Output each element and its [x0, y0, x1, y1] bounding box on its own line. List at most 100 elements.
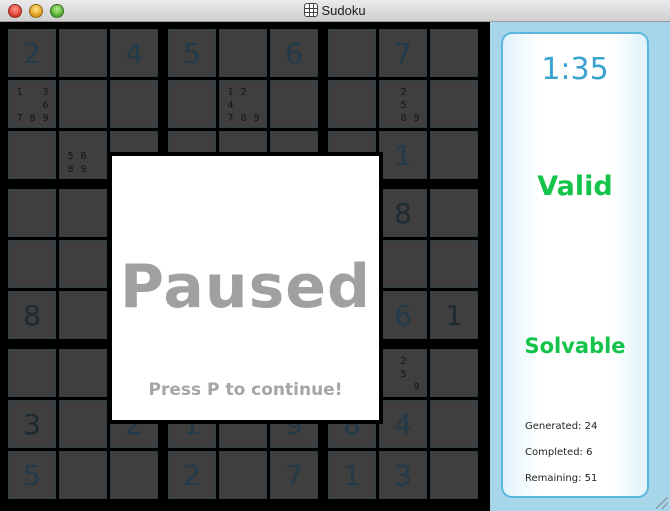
board-cell-r1c4[interactable]: 5: [168, 29, 216, 77]
cell-value: [60, 81, 106, 127]
board-cell-r1c1[interactable]: 2: [8, 29, 56, 77]
board-cell-r9c4[interactable]: 2: [168, 451, 216, 499]
board-cell-r9c7[interactable]: 1: [328, 451, 376, 499]
board-cell-r7c1[interactable]: [8, 349, 56, 397]
board-cell-r3c8[interactable]: 1: [379, 131, 427, 179]
board-cell-r6c2[interactable]: [59, 291, 107, 339]
cell-pencil-marks: 1 3 6 789: [13, 86, 53, 125]
board-cell-r2c2[interactable]: [59, 80, 107, 128]
resize-grip-icon[interactable]: [656, 497, 668, 509]
pencil-mark: 7: [16, 113, 23, 124]
board-cell-r9c5[interactable]: [219, 451, 267, 499]
board-cell-r3c9[interactable]: [430, 131, 478, 179]
timer: 1:35: [541, 52, 609, 87]
board-cell-r1c6[interactable]: 6: [270, 29, 318, 77]
board-cell-r1c7[interactable]: [328, 29, 376, 77]
pencil-mark: 7: [227, 113, 234, 124]
board-cell-r4c8[interactable]: 8: [379, 189, 427, 237]
cell-value: [9, 241, 55, 287]
board-cell-r1c2[interactable]: [59, 29, 107, 77]
board-cell-r5c8[interactable]: [379, 240, 427, 288]
cell-value: [431, 401, 477, 447]
board-cell-r6c8[interactable]: 6: [379, 291, 427, 339]
status-card: 1:35 Valid Solvable Generated: 24 Comple…: [501, 32, 649, 498]
pencil-mark: 4: [227, 100, 234, 111]
cell-value: 6: [394, 298, 412, 332]
board-cell-r1c5[interactable]: [219, 29, 267, 77]
board-cell-r2c6[interactable]: [270, 80, 318, 128]
board-cell-r1c9[interactable]: [430, 29, 478, 77]
board-cell-r5c9[interactable]: [430, 240, 478, 288]
pencil-mark: [90, 137, 103, 150]
board-cell-r5c1[interactable]: [8, 240, 56, 288]
board-cell-r8c2[interactable]: [59, 400, 107, 448]
pencil-mark: 1: [227, 87, 234, 98]
pencil-mark: [410, 368, 423, 381]
cell-value: 8: [394, 196, 412, 230]
cell-value: [431, 81, 477, 127]
board-cell-r3c2[interactable]: 5689: [59, 131, 107, 179]
pencil-mark: 1: [16, 87, 23, 98]
cell-value: 2: [23, 36, 41, 70]
cell-value: [60, 401, 106, 447]
board-cell-r2c7[interactable]: [328, 80, 376, 128]
pencil-mark: [410, 355, 423, 368]
board-cell-r2c8[interactable]: 2 5 89: [379, 80, 427, 128]
validity-status: Valid: [537, 171, 613, 202]
cell-value: 3: [23, 407, 41, 441]
board-cell-r4c1[interactable]: [8, 189, 56, 237]
pencil-mark: 2: [400, 356, 407, 367]
board-cell-r4c9[interactable]: [430, 189, 478, 237]
pencil-mark: [26, 86, 39, 99]
board-cell-r6c9[interactable]: 1: [430, 291, 478, 339]
cell-value: 6: [285, 36, 303, 70]
pencil-mark: 8: [240, 113, 247, 124]
board-cell-r3c1[interactable]: [8, 131, 56, 179]
pencil-mark: [77, 137, 90, 150]
board-cell-r9c9[interactable]: [430, 451, 478, 499]
pencil-mark: 2: [240, 87, 247, 98]
side-panel: 1:35 Valid Solvable Generated: 24 Comple…: [490, 22, 670, 511]
cell-value: [60, 350, 106, 396]
cell-value: 4: [394, 407, 412, 441]
board-cell-r8c9[interactable]: [430, 400, 478, 448]
board-cell-r2c3[interactable]: [110, 80, 158, 128]
board-cell-r9c1[interactable]: 5: [8, 451, 56, 499]
board-cell-r8c8[interactable]: 4: [379, 400, 427, 448]
pencil-mark: 8: [400, 113, 407, 124]
board-cell-r1c3[interactable]: 4: [110, 29, 158, 77]
board-area: 2413678956895612478972589188613251927259…: [0, 22, 490, 511]
board-cell-r7c8[interactable]: 2 59: [379, 349, 427, 397]
board-cell-r7c2[interactable]: [59, 349, 107, 397]
solvability-status: Solvable: [524, 334, 626, 358]
board-cell-r7c9[interactable]: [430, 349, 478, 397]
cell-value: [431, 241, 477, 287]
cell-value: [380, 241, 426, 287]
pencil-mark: [397, 381, 410, 394]
board-cell-r9c8[interactable]: 3: [379, 451, 427, 499]
board-cell-r2c9[interactable]: [430, 80, 478, 128]
cell-pencil-marks: 5689: [64, 137, 104, 176]
board-cell-r9c2[interactable]: [59, 451, 107, 499]
pencil-mark: 9: [42, 113, 49, 124]
board-cell-r2c5[interactable]: 124 789: [219, 80, 267, 128]
pencil-mark: [410, 99, 423, 112]
pencil-mark: 8: [67, 164, 74, 175]
board-cell-r2c4[interactable]: [168, 80, 216, 128]
cell-value: [9, 190, 55, 236]
sudoku-app-icon: [304, 3, 319, 17]
board-cell-r4c2[interactable]: [59, 189, 107, 237]
board-cell-r9c6[interactable]: 7: [270, 451, 318, 499]
board-cell-r9c3[interactable]: [110, 451, 158, 499]
board-cell-r2c1[interactable]: 1 3 6 789: [8, 80, 56, 128]
board-cell-r5c2[interactable]: [59, 240, 107, 288]
cell-value: [9, 132, 55, 178]
pencil-mark: 3: [42, 87, 49, 98]
board-cell-r6c1[interactable]: 8: [8, 291, 56, 339]
cell-value: 5: [23, 458, 41, 492]
board-cell-r8c1[interactable]: 3: [8, 400, 56, 448]
cell-value: 4: [125, 36, 143, 70]
board-cell-r1c8[interactable]: 7: [379, 29, 427, 77]
cell-value: [60, 292, 106, 338]
pencil-mark: 6: [42, 100, 49, 111]
